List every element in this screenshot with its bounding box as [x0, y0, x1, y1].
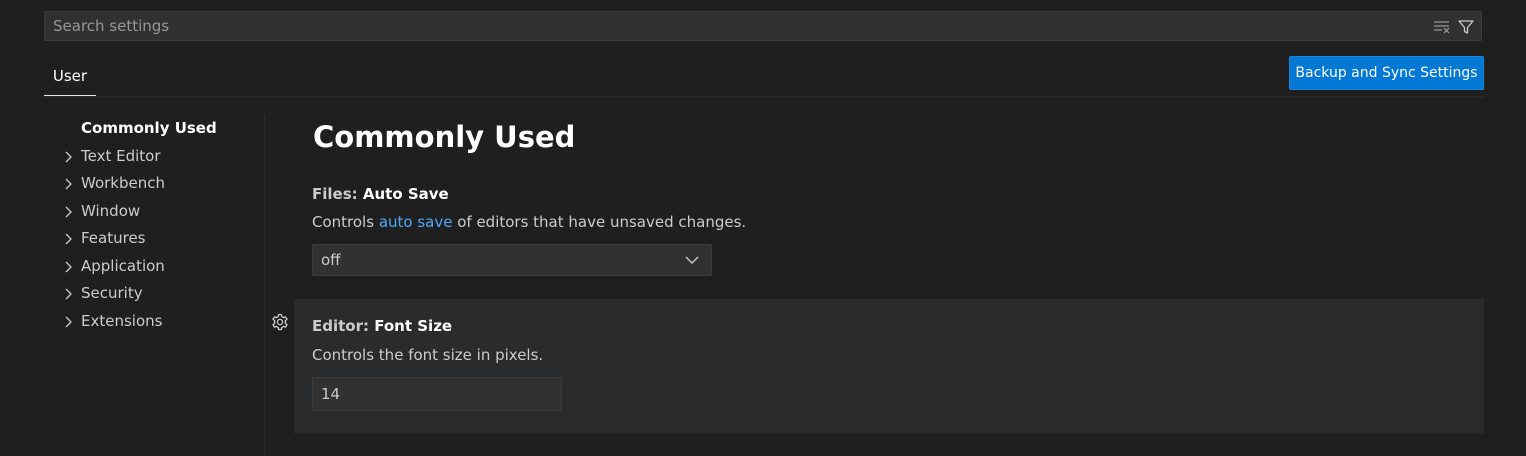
chevron-right-icon: [65, 261, 72, 272]
chevron-right-icon: [65, 206, 72, 217]
toc-item-label: Application: [81, 256, 165, 275]
toc-item-label: Window: [81, 201, 141, 220]
setting-name: Font Size: [374, 317, 453, 335]
section-heading: Commonly Used: [313, 120, 576, 154]
toc-item-label: Workbench: [81, 174, 165, 192]
toc-item-features[interactable]: Features: [60, 225, 264, 253]
desc-text: Controls: [312, 213, 379, 231]
chevron-right-icon: [65, 316, 72, 327]
auto-save-select[interactable]: off: [312, 244, 712, 276]
chevron-right-icon: [65, 178, 72, 190]
chevron-right-icon: [65, 233, 72, 245]
clear-filter-icon[interactable]: [1433, 19, 1451, 35]
toc-item-application[interactable]: Application: [60, 253, 264, 281]
setting-category: Editor:: [312, 317, 375, 335]
chevron-right-icon: [65, 288, 72, 300]
toc-item-window[interactable]: Window: [60, 198, 264, 226]
settings-editor: User Backup and Sync Settings Commonly U…: [0, 0, 1526, 456]
toc-item-label: Features: [81, 229, 146, 247]
auto-save-link[interactable]: auto save: [379, 213, 453, 231]
select-value: off: [321, 251, 341, 269]
toc-item-label: Text Editor: [81, 146, 161, 165]
filter-icon[interactable]: [1457, 18, 1475, 36]
setting-category: Files:: [312, 185, 363, 203]
search-box: [44, 11, 1482, 41]
chevron-right-icon: [65, 151, 72, 162]
settings-toc: Commonly Used Text Editor Workbench Wind…: [60, 115, 264, 335]
setting-title-font-size: Editor: Font Size: [312, 317, 452, 335]
toc-item-commonly-used[interactable]: Commonly Used: [60, 115, 264, 143]
desc-text: of editors that have unsaved changes.: [452, 213, 747, 231]
toc-divider: [264, 115, 265, 456]
toc-item-extensions[interactable]: Extensions: [60, 308, 264, 336]
setting-title-auto-save: Files: Auto Save: [312, 185, 449, 203]
font-size-input[interactable]: [312, 377, 562, 411]
toc-item-label: Security: [81, 284, 143, 302]
toc-item-label: Commonly Used: [81, 119, 217, 137]
backup-sync-button[interactable]: Backup and Sync Settings: [1289, 56, 1484, 90]
setting-description-font-size: Controls the font size in pixels.: [312, 346, 544, 364]
setting-name: Auto Save: [362, 185, 449, 203]
toc-item-text-editor[interactable]: Text Editor: [60, 143, 264, 171]
tabs-divider: [44, 96, 1484, 97]
gear-icon[interactable]: [271, 313, 289, 331]
tab-user[interactable]: User: [44, 58, 96, 96]
search-input[interactable]: [45, 12, 1415, 40]
setting-row-font-size: [294, 299, 1484, 433]
toc-item-label: Extensions: [81, 311, 163, 330]
toc-item-workbench[interactable]: Workbench: [60, 170, 264, 198]
setting-description-auto-save: Controls auto save of editors that have …: [312, 213, 746, 231]
chevron-down-icon: [685, 256, 699, 264]
toc-item-security[interactable]: Security: [60, 280, 264, 308]
